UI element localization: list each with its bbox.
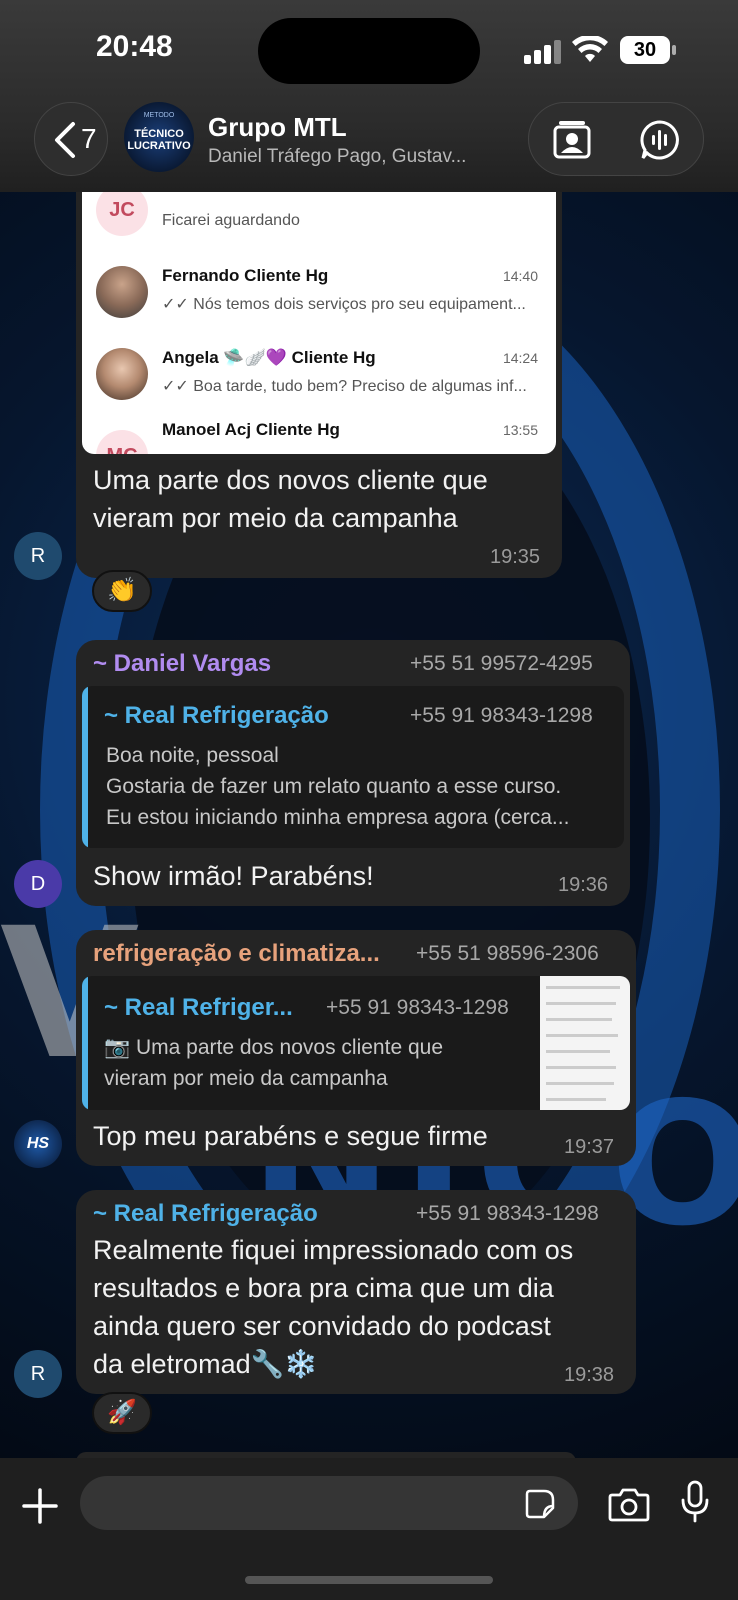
quote-text: 📷 Uma parte dos novos cliente que: [104, 1036, 443, 1059]
quote-text: Eu estou iniciando minha empresa agora (…: [106, 806, 570, 829]
image-list-row: JC Ficarei aguardando: [82, 192, 556, 252]
list-item-preview: ✓✓ Nós temos dois serviços pro seu equip…: [162, 296, 526, 313]
composer-bar: [0, 1458, 738, 1600]
group-members[interactable]: Daniel Tráfego Pago, Gustav...: [208, 146, 466, 168]
dynamic-island: [258, 18, 480, 84]
wifi-icon: [572, 36, 608, 62]
list-item-time: 14:24: [502, 350, 538, 366]
message-text: resultados e bora pra cima que um dia: [93, 1273, 554, 1303]
back-button[interactable]: 7: [34, 102, 108, 176]
avatar: MC: [96, 430, 148, 454]
battery-icon: 30: [620, 36, 676, 64]
quoted-message[interactable]: ~ Real Refrigeração +55 91 98343-1298 Bo…: [82, 686, 624, 848]
status-time: 20:48: [96, 30, 173, 63]
list-item-preview: Ficarei aguardando: [162, 212, 300, 229]
avatar-logo-text: TÉCNICO LUCRATIVO: [127, 128, 191, 152]
message-phone: +55 91 98343-1298: [416, 1202, 599, 1225]
avatar: [96, 348, 148, 400]
message-phone: +55 51 98596-2306: [416, 942, 599, 965]
list-item-name: Fernando Cliente Hg: [162, 266, 329, 285]
avatar[interactable]: HS: [14, 1120, 62, 1168]
camera-icon[interactable]: [608, 1486, 650, 1522]
unread-count: 7: [81, 123, 97, 154]
avatar[interactable]: R: [14, 532, 62, 580]
message-phone: +55 51 99572-4295: [410, 652, 593, 675]
quote-text: vieram por meio da campanha: [104, 1067, 388, 1090]
avatar[interactable]: R: [14, 1350, 62, 1398]
list-item-name: Angela 🛸🪽💜 Cliente Hg: [162, 348, 376, 367]
message-time: 19:37: [564, 1136, 615, 1158]
message-time: 19:35: [490, 546, 541, 568]
message-text: ainda quero ser convidado do podcast: [93, 1311, 551, 1341]
quote-phone: +55 91 98343-1298: [410, 704, 593, 727]
list-item-preview: ✓✓ Boa tarde, tudo bem? Preciso de algum…: [162, 378, 527, 395]
list-item-name: Manoel Acj Cliente Hg: [162, 420, 340, 439]
message-text: Realmente fiquei impressionado com os: [93, 1235, 574, 1265]
image-list-row: MC Manoel Acj Cliente Hg 13:55: [82, 416, 556, 454]
reaction-badge[interactable]: 🚀: [92, 1392, 152, 1434]
message-text: Top meu parabéns e segue firme: [93, 1121, 488, 1151]
sticker-icon[interactable]: [524, 1488, 556, 1520]
image-list-row: Angela 🛸🪽💜 Cliente Hg 14:24 ✓✓ Boa tarde…: [82, 334, 556, 416]
avatar: JC: [96, 192, 148, 236]
list-item-time: 13:55: [502, 422, 538, 438]
message-time: 19:38: [564, 1364, 615, 1386]
message-input[interactable]: [80, 1476, 578, 1530]
audio-waveform-icon[interactable]: [639, 119, 681, 161]
quote-sender: ~ Real Refriger...: [104, 994, 293, 1021]
quote-text: Gostaria de fazer um relato quanto a ess…: [106, 775, 562, 798]
quote-bar: [82, 686, 88, 848]
message-text: vieram por meio da campanha: [93, 503, 458, 533]
chat-header: 20:48 30 7 METODO TÉCNICO LUCRATIVO Grup…: [0, 0, 738, 192]
chevron-left-icon: [55, 122, 75, 158]
message-text: da eletromad🔧❄️: [93, 1349, 318, 1379]
message-text: Uma parte dos novos cliente que: [93, 465, 488, 495]
message-sender[interactable]: ~ Real Refrigeração: [93, 1200, 318, 1228]
quoted-message[interactable]: ~ Real Refriger... +55 91 98343-1298 📷 U…: [82, 976, 630, 1110]
avatar[interactable]: D: [14, 860, 62, 908]
contact-card-icon[interactable]: [551, 119, 593, 161]
microphone-icon[interactable]: [680, 1480, 710, 1524]
list-item-time: 14:40: [502, 268, 538, 284]
quote-sender: ~ Real Refrigeração: [104, 702, 329, 729]
quote-thumbnail: [540, 976, 630, 1110]
avatar-caption: METODO: [143, 112, 175, 119]
quote-text: Boa noite, pessoal: [106, 744, 279, 767]
message-sender[interactable]: ~ Daniel Vargas: [93, 650, 271, 678]
quote-bar: [82, 976, 88, 1110]
group-avatar[interactable]: METODO TÉCNICO LUCRATIVO: [124, 102, 194, 172]
signal-icon: [524, 38, 562, 64]
message-sender[interactable]: refrigeração e climatiza...: [93, 940, 380, 968]
image-list-row: Fernando Cliente Hg 14:40 ✓✓ Nós temos d…: [82, 252, 556, 334]
status-icons: 30: [524, 34, 676, 68]
home-indicator: [245, 1576, 493, 1584]
reaction-badge[interactable]: 👏: [92, 570, 152, 612]
plus-icon[interactable]: [20, 1486, 60, 1526]
header-actions: [528, 102, 704, 176]
message-image[interactable]: JC Ficarei aguardando Fernando Cliente H…: [82, 192, 556, 454]
group-title[interactable]: Grupo MTL: [208, 112, 347, 143]
quote-phone: +55 91 98343-1298: [326, 996, 509, 1019]
message-text: Show irmão! Parabéns!: [93, 861, 374, 891]
avatar: [96, 266, 148, 318]
message-time: 19:36: [558, 874, 609, 896]
